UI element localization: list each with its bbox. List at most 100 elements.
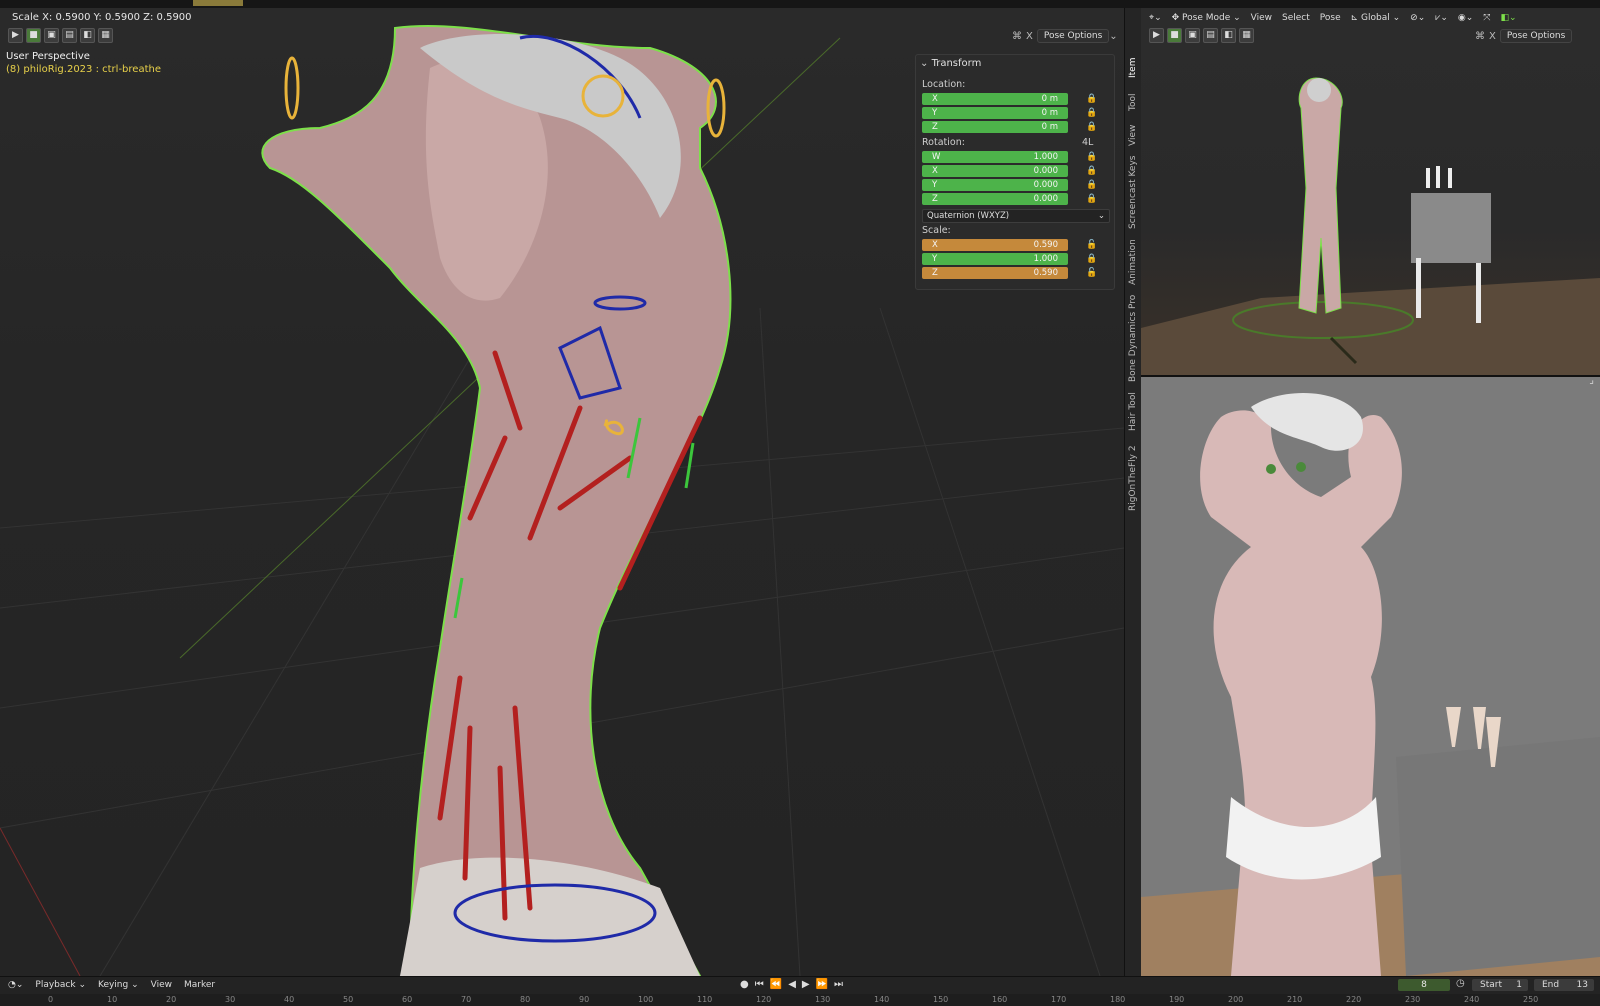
scale-x-field[interactable]: X 0.590 [922,239,1068,251]
current-frame-field[interactable]: 8 [1398,979,1450,991]
location-y-field[interactable]: Y0 m [922,107,1068,119]
rotation-mode-select[interactable]: Quaternion (WXYZ) ⌄ [922,209,1110,223]
character-mini[interactable] [1298,77,1343,314]
gizmo-toggle-icon[interactable]: ⌘ [1475,31,1485,42]
jump-end-icon[interactable]: ⏭ [834,979,843,990]
close-icon[interactable]: X [1489,31,1496,42]
lock-icon[interactable]: 🔒 [1086,195,1097,204]
rotation-x-field[interactable]: X 0.000 [922,165,1068,177]
lock-icon[interactable]: 🔒 [1086,181,1097,190]
menu-keying[interactable]: Keying ⌄ [98,980,139,990]
select-subtract-icon[interactable]: ▤ [62,28,77,43]
jump-start-icon[interactable]: ⏮ [755,979,764,990]
menu-view[interactable]: View [151,980,172,990]
viewport-perspective-label: User Perspective [6,51,90,62]
tab-hair-tool[interactable]: Hair Tool [1125,388,1141,436]
lock-icon[interactable]: 🔒 [1086,95,1097,104]
rotation-z-field[interactable]: Z 0.000 [922,193,1068,205]
rotation-y-field[interactable]: Y 0.000 [922,179,1068,191]
close-icon[interactable]: X [1026,31,1033,42]
select-cursor-icon[interactable]: ▶ [8,28,23,43]
glasses-mini [1426,166,1452,188]
select-box-icon[interactable]: ■ [1167,28,1182,43]
gizmo-toggle-icon[interactable]: ⌘ [1012,31,1022,42]
rotation-4l-toggle[interactable]: 4L [1082,137,1093,148]
floor-plane [1141,278,1600,375]
workspace-active-tab[interactable] [193,0,243,6]
tab-rigonthefly[interactable]: RigOnTheFly 2 [1125,442,1141,514]
select-intersect-icon[interactable]: ▦ [98,28,113,43]
play-icon[interactable]: ▶ [802,979,810,990]
sidebar-tabs: Item Tool View Screencast Keys Animation… [1124,8,1141,976]
tab-bone-dynamics-pro[interactable]: Bone Dynamics Pro [1125,294,1141,382]
select-extend-icon[interactable]: ▣ [1185,28,1200,43]
lock-icon[interactable]: 🔒 [1086,153,1097,162]
select-intersect-icon[interactable]: ▦ [1239,28,1254,43]
editor-type-icon[interactable]: ◔⌄ [8,980,23,990]
ruler-tick-label: 110 [697,995,713,1004]
tab-item[interactable]: Item [1125,52,1141,84]
menu-view[interactable]: View [1251,13,1272,23]
mode-dropdown[interactable]: ✥ Pose Mode ⌄ [1172,13,1241,23]
visibility-icon[interactable]: ◉⌄ [1458,13,1473,23]
clock-icon[interactable]: ◷ [1456,978,1465,989]
transform-panel-header[interactable]: ⌄ Transform [920,58,981,69]
unlock-icon[interactable]: 🔓 [1086,269,1097,278]
select-cursor-icon[interactable]: ▶ [1149,28,1164,43]
ruler-tick-label: 10 [107,995,118,1004]
scale-y-field[interactable]: Y 1.000 [922,253,1068,265]
tab-view[interactable]: View [1125,120,1141,150]
ruler-tick-label: 200 [1228,995,1244,1004]
menu-marker[interactable]: Marker [184,980,215,990]
select-invert-icon[interactable]: ◧ [1221,28,1236,43]
editor-type-icon[interactable]: ⌖⌄ [1149,13,1162,23]
secondary-select-tools: ▶ ■ ▣ ▤ ◧ ▦ [1149,28,1254,43]
ruler-tick-label: 50 [343,995,354,1004]
record-icon[interactable]: ● [740,979,749,990]
location-x-field[interactable]: X0 m [922,93,1068,105]
ruler-tick-label: 250 [1523,995,1539,1004]
ruler-tick-label: 30 [225,995,236,1004]
pose-options-dropdown[interactable]: Pose Options [1036,29,1110,43]
pivot-icon[interactable]: ⊘⌄ [1410,13,1425,23]
tab-screencast-keys[interactable]: Screencast Keys [1125,154,1141,230]
select-subtract-icon[interactable]: ▤ [1203,28,1218,43]
orientation-dropdown[interactable]: ⊾ Global ⌄ [1351,13,1401,23]
prev-key-icon[interactable]: ⏪ [770,979,782,990]
main-3d-viewport[interactable]: Scale X: 0.5900 Y: 0.5900 Z: 0.5900 ▶ ■ … [0,8,1124,976]
tab-animation[interactable]: Animation [1125,236,1141,288]
play-reverse-icon[interactable]: ◀ [788,979,796,990]
menu-pose[interactable]: Pose [1320,13,1341,23]
lock-icon[interactable]: 🔒 [1086,109,1097,118]
select-invert-icon[interactable]: ◧ [80,28,95,43]
tab-tool[interactable]: Tool [1125,88,1141,116]
scale-z-field[interactable]: Z 0.590 [922,267,1068,279]
table-mini [1411,193,1491,263]
ruler-tick-label: 60 [402,995,413,1004]
location-z-field[interactable]: Z0 m [922,121,1068,133]
pose-options-dropdown[interactable]: Pose Options [1499,29,1573,43]
rotation-w-field[interactable]: W 1.000 [922,151,1068,163]
lock-icon[interactable]: 🔒 [1086,167,1097,176]
frame-ruler[interactable]: 0 10 20 30 40 50 60 70 80 90 100 110 120 130 140 150 160… [0,994,1600,1006]
menu-playback[interactable]: Playback ⌄ [35,980,86,990]
lock-icon[interactable]: 🔒 [1086,123,1097,132]
menu-select[interactable]: Select [1282,13,1310,23]
select-extend-icon[interactable]: ▣ [44,28,59,43]
render-preview-viewport[interactable]: ⌟ [1141,377,1600,976]
ruler-tick-label: 170 [1051,995,1067,1004]
next-key-icon[interactable]: ⏩ [816,979,828,990]
start-frame-field[interactable]: Start 1 [1472,979,1528,991]
overlay-icon[interactable]: ◧⌄ [1500,13,1516,23]
select-box-icon[interactable]: ■ [26,28,41,43]
secondary-overlay-controls: ⌘ X Pose Options [1475,29,1573,43]
snap-icon[interactable]: ⩗⌄ [1435,13,1448,23]
lock-icon[interactable]: 🔒 [1086,255,1097,264]
ruler-tick-label: 220 [1346,995,1362,1004]
unlock-icon[interactable]: 🔓 [1086,241,1097,250]
corner-resize-icon[interactable]: ⌟ [1589,377,1594,386]
secondary-3d-viewport[interactable]: ⌖⌄ ✥ Pose Mode ⌄ View Select Pose ⊾ Glob… [1141,8,1600,377]
end-frame-field[interactable]: End 13 [1534,979,1594,991]
gizmo-icon[interactable]: ⤧ [1483,13,1490,23]
ruler-tick-label: 40 [284,995,295,1004]
